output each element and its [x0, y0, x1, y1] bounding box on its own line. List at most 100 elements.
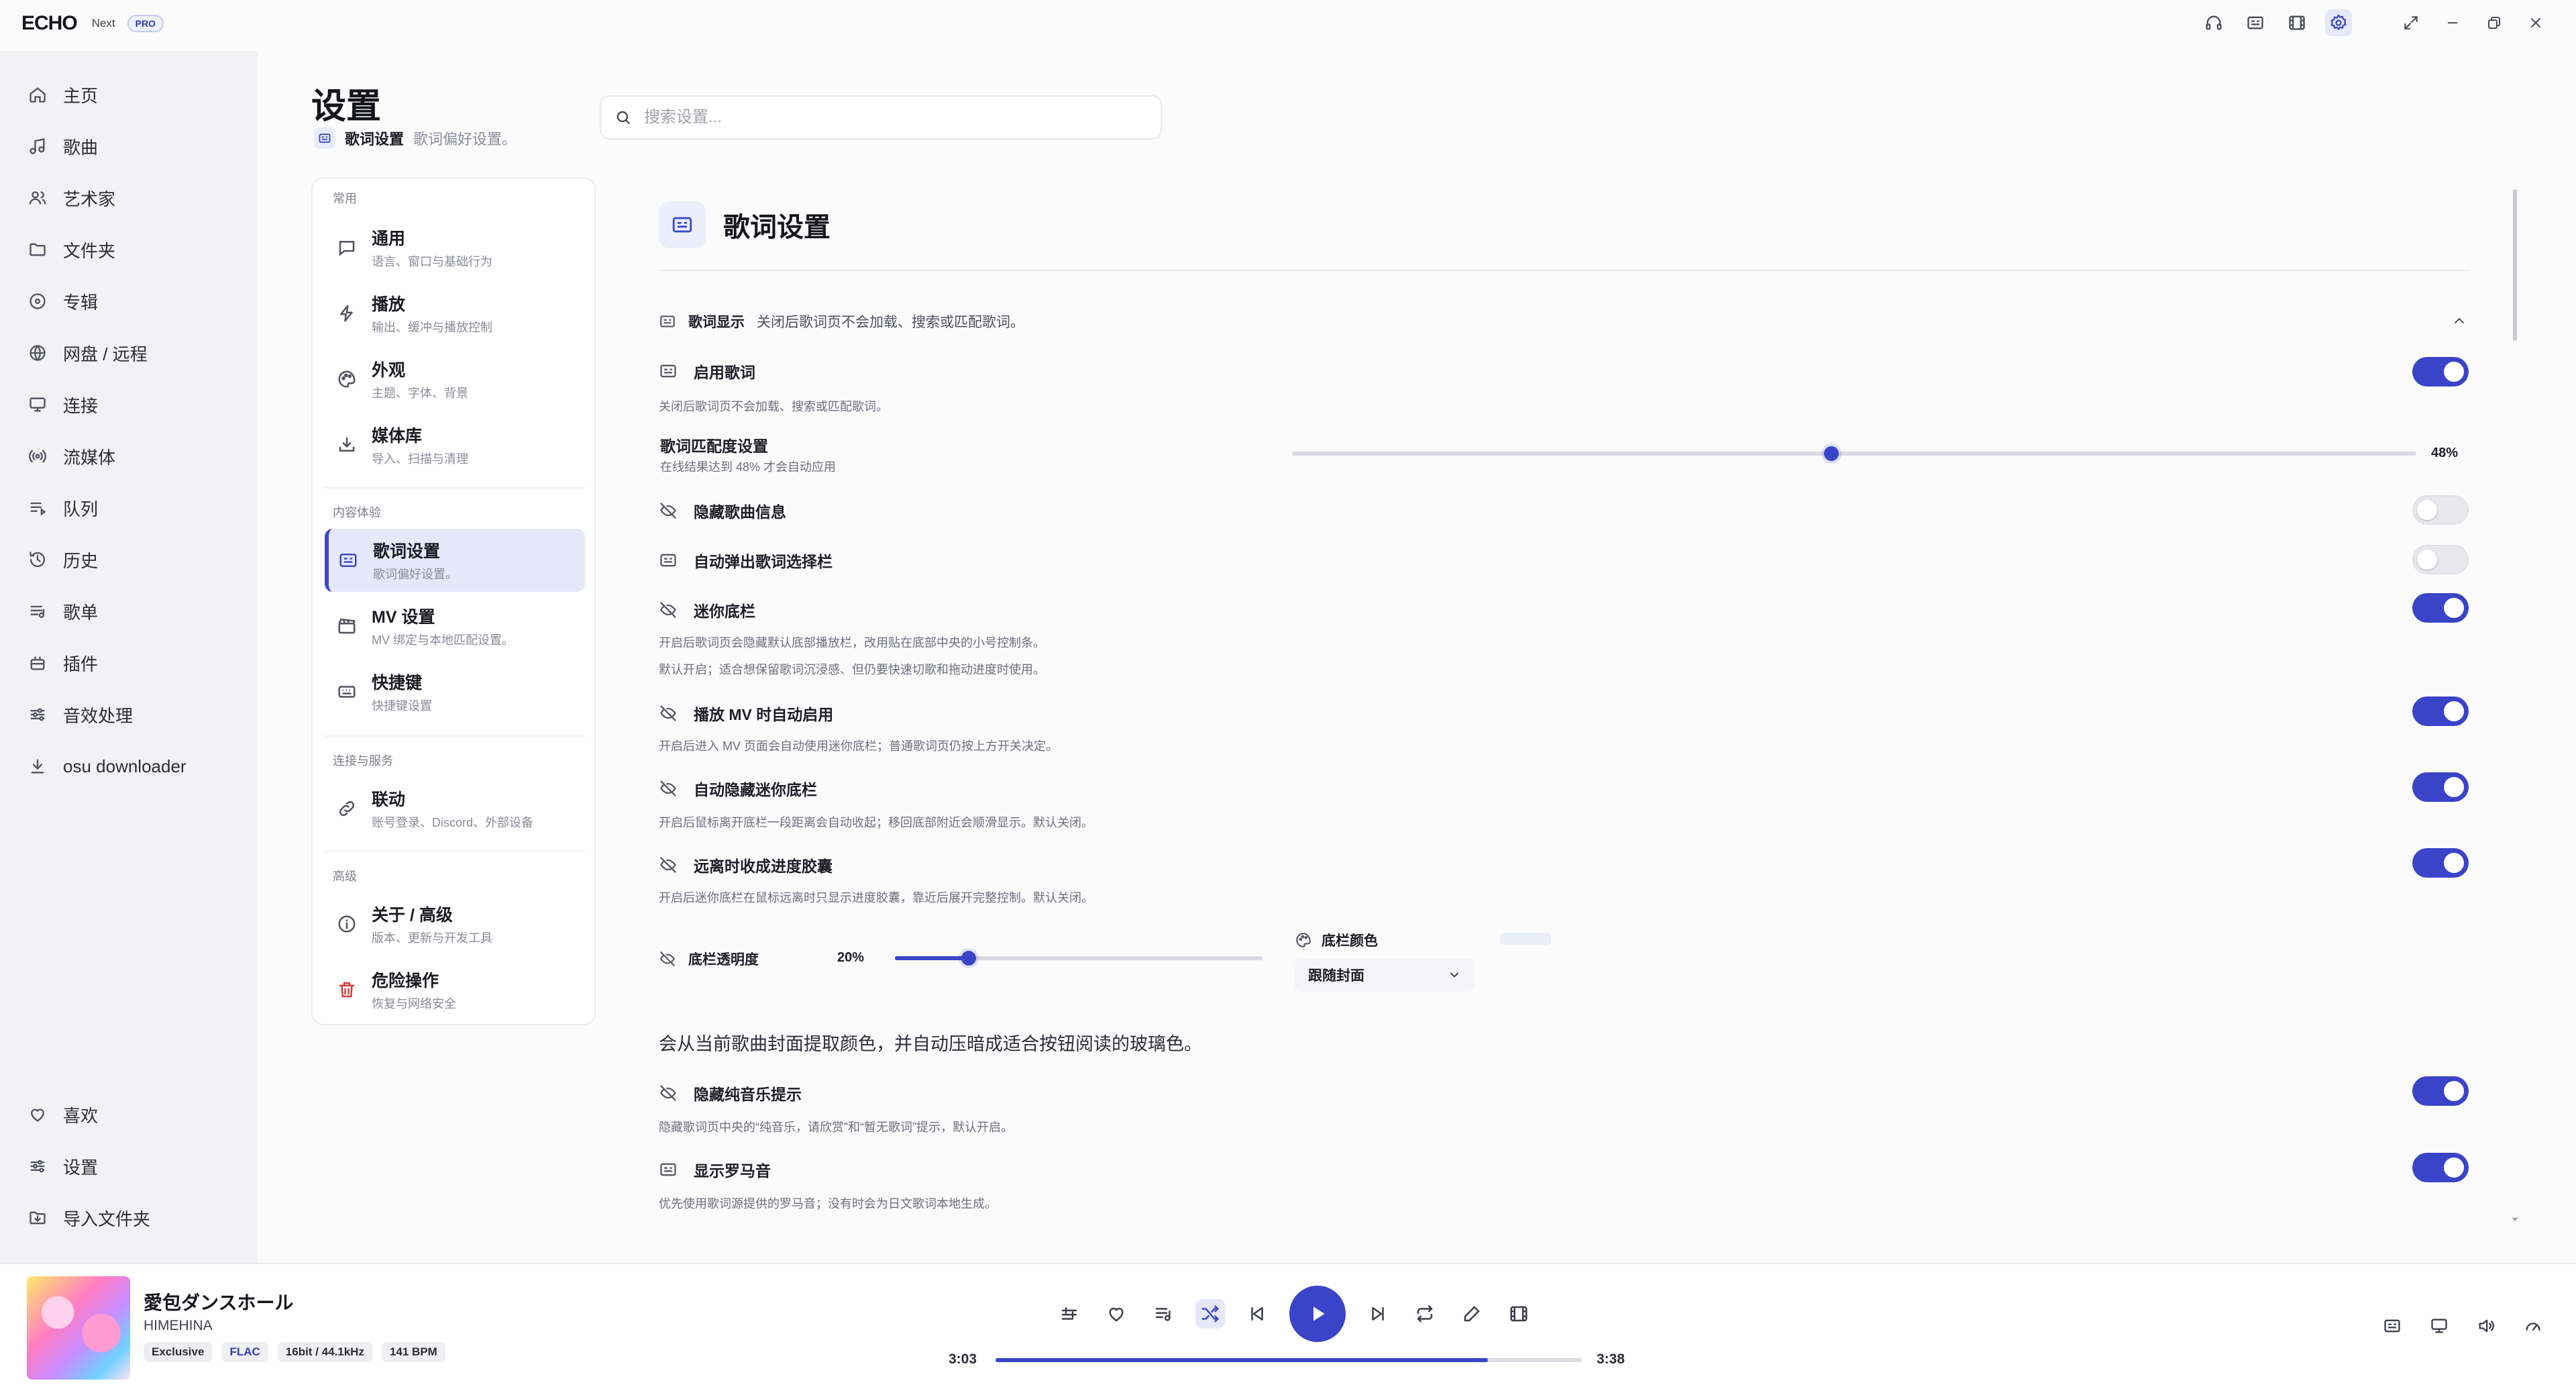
search-box[interactable]	[600, 95, 1162, 140]
sidebar-item-folders[interactable]: 文件夹	[28, 233, 115, 266]
equalizer-icon	[1061, 1307, 1077, 1320]
category-group-label: 常用	[333, 192, 357, 205]
category-subtitle: 主题、字体、背景	[372, 386, 468, 400]
lyrics-icon	[659, 201, 706, 248]
search-input[interactable]	[644, 108, 1114, 127]
category-integrations[interactable]: 联动 账号登录、Discord、外部设备	[325, 777, 585, 840]
previous-button[interactable]	[1242, 1299, 1272, 1329]
lyrics-view-button[interactable]	[2242, 9, 2269, 36]
keyboard-icon	[338, 686, 356, 698]
sidebar-item-favorites[interactable]: 喜欢	[28, 1098, 98, 1131]
mv-auto-toggle[interactable]	[2412, 696, 2469, 726]
headphones-button[interactable]	[2200, 9, 2227, 36]
shuffle-button[interactable]	[1195, 1299, 1225, 1329]
setting-title: 显示罗马音	[694, 1162, 771, 1180]
pen-icon	[1464, 1306, 1480, 1322]
sidebar-item-connect[interactable]: 连接	[28, 388, 98, 421]
category-divider	[325, 851, 585, 852]
sidebar-item-queue[interactable]: 队列	[28, 491, 98, 525]
enable-lyrics-toggle[interactable]	[2412, 357, 2469, 386]
close-button[interactable]	[2522, 9, 2549, 36]
sidebar-item-albums[interactable]: 专辑	[28, 285, 98, 318]
collapse-button[interactable]	[2451, 313, 2467, 329]
eye-off-icon	[660, 503, 676, 519]
sidebar-item-artists[interactable]: 艺术家	[28, 181, 115, 215]
setting-mini-bar: 迷你底栏	[659, 599, 755, 621]
setting-title: 自动弹出歌词选择栏	[694, 553, 833, 570]
chevron-up-icon	[2455, 317, 2464, 323]
hide-song-info-toggle[interactable]	[2412, 495, 2469, 525]
window-controls	[2200, 9, 2549, 36]
auto-hide-toggle[interactable]	[2412, 772, 2469, 802]
section-lyrics-display[interactable]: 歌词显示 关闭后歌词页不会加载、搜索或匹配歌词。	[659, 311, 1024, 331]
lyrics-icon	[660, 364, 676, 378]
category-playback[interactable]: 播放 输出、缓冲与播放控制	[325, 282, 585, 345]
queue-button[interactable]	[1148, 1299, 1178, 1329]
sidebar-item-home[interactable]: 主页	[28, 78, 98, 111]
category-library[interactable]: 媒体库 导入、扫描与清理	[325, 413, 585, 476]
track-title[interactable]: 愛包ダンスホール	[144, 1288, 293, 1315]
panel-title: 歌词设置	[723, 213, 830, 242]
auto-popup-toggle[interactable]	[2412, 545, 2469, 574]
hide-pure-music-toggle[interactable]	[2412, 1076, 2469, 1106]
mini-bar-toggle[interactable]	[2412, 593, 2469, 623]
edit-lyrics-button[interactable]	[1457, 1299, 1487, 1329]
scrollbar[interactable]	[2513, 189, 2517, 1220]
mv-view-button[interactable]	[2284, 9, 2310, 36]
scrollbar-thumb[interactable]	[2513, 189, 2517, 341]
romaji-toggle[interactable]	[2412, 1153, 2469, 1182]
color-swatch[interactable]	[1500, 933, 1551, 945]
category-title: 关于 / 高级	[372, 906, 453, 925]
minimize-button[interactable]	[2439, 9, 2466, 36]
opacity-slider-thumb[interactable]	[961, 951, 976, 966]
like-button[interactable]	[1102, 1299, 1131, 1329]
restore-button[interactable]	[2481, 9, 2508, 36]
sidebar-item-songs[interactable]: 歌曲	[28, 130, 98, 163]
restore-icon	[2488, 17, 2500, 29]
fullscreen-button[interactable]	[2398, 9, 2424, 36]
category-danger[interactable]: 危险操作 恢复与网络安全	[325, 958, 585, 1021]
capsule-toggle[interactable]	[2412, 848, 2469, 878]
category-group-label: 内容体验	[333, 506, 381, 519]
match-value: 48%	[2431, 446, 2459, 460]
sidebar-item-settings[interactable]: 设置	[28, 1149, 98, 1183]
category-subtitle: 恢复与网络安全	[372, 997, 456, 1011]
category-lyrics[interactable]: 歌词设置 歌词偏好设置。	[325, 529, 585, 592]
sidebar-item-plugins[interactable]: 插件	[28, 646, 98, 680]
lyrics-icon	[339, 554, 357, 567]
scroll-down-button[interactable]	[2509, 1213, 2521, 1225]
repeat-button[interactable]	[1410, 1299, 1440, 1329]
category-subtitle: MV 绑定与本地匹配设置。	[372, 633, 514, 647]
settings-button[interactable]	[2325, 9, 2352, 36]
category-shortcuts[interactable]: 快捷键 快捷键设置	[325, 660, 585, 723]
output-device-button[interactable]	[2427, 1314, 2451, 1338]
category-general[interactable]: 通用 语言、窗口与基础行为	[325, 216, 585, 279]
trash-icon	[339, 982, 355, 998]
category-mv[interactable]: MV 设置 MV 绑定与本地匹配设置。	[325, 595, 585, 658]
sidebar-item-osu-downloader[interactable]: osu downloader	[28, 750, 186, 783]
time-total: 3:38	[1597, 1351, 1625, 1367]
sidebar-item-label: 主页	[63, 85, 99, 106]
play-button[interactable]	[1289, 1286, 1346, 1342]
track-artist[interactable]: HIMEHINA	[144, 1318, 213, 1334]
volume-button[interactable]	[2474, 1314, 2498, 1338]
speed-button[interactable]	[2521, 1314, 2545, 1338]
mv-button[interactable]	[1504, 1299, 1534, 1329]
sidebar-item-audio-effects[interactable]: 音效处理	[28, 698, 133, 731]
sidebar-item-streaming[interactable]: 流媒体	[28, 440, 115, 473]
setting-description: 开启后歌词页会隐藏默认底部播放栏，改用贴在底部中央的小号控制条。	[659, 636, 1045, 650]
category-about[interactable]: 关于 / 高级 版本、更新与开发工具	[325, 892, 585, 956]
category-appearance[interactable]: 外观 主题、字体、背景	[325, 348, 585, 411]
match-slider-thumb[interactable]	[1824, 446, 1839, 461]
album-cover[interactable]	[27, 1276, 130, 1380]
sidebar-item-remote[interactable]: 网盘 / 远程	[28, 336, 148, 370]
lyrics-icon	[2384, 1319, 2400, 1333]
bar-color-select[interactable]: 跟随封面	[1295, 958, 1474, 992]
next-button[interactable]	[1363, 1299, 1393, 1329]
sidebar-item-import-folder[interactable]: 导入文件夹	[28, 1201, 150, 1235]
sidebar-item-history[interactable]: 历史	[28, 543, 98, 576]
lyrics-toggle-button[interactable]	[2380, 1314, 2404, 1338]
sidebar-item-playlists[interactable]: 歌单	[28, 595, 98, 628]
panel-header: 歌词设置	[659, 201, 830, 248]
eq-button[interactable]	[1055, 1299, 1084, 1329]
